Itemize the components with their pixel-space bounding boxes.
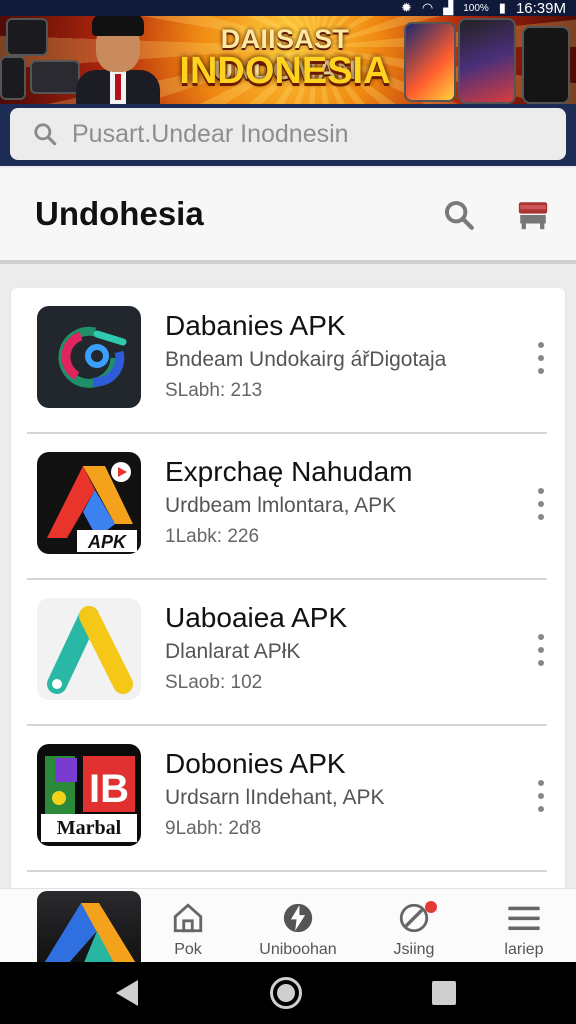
system-nav-bar: [0, 962, 576, 1024]
divider: [27, 870, 547, 872]
phone-image: [404, 22, 456, 102]
app-meta: SLaob: 102: [165, 672, 263, 693]
app-icon: IB Marbal: [37, 744, 141, 846]
app-meta: 9Labh: 2ď8: [165, 818, 262, 839]
app-meta: SLabh: 213: [165, 380, 263, 401]
home-button-icon[interactable]: [270, 977, 302, 1009]
more-options-icon[interactable]: [533, 488, 549, 520]
phone-image: [458, 18, 516, 104]
app-icon: [37, 598, 141, 700]
search-box[interactable]: [10, 108, 566, 160]
tablet-image: [6, 18, 48, 56]
menu-icon: [508, 906, 540, 931]
notification-badge: [425, 901, 437, 913]
list-item[interactable]: APK Exprchaę Nahudam Urdbeam lmlontara, …: [11, 434, 565, 580]
settings-icon: ✹: [400, 0, 412, 15]
banner-subtitle: INDONESIA: [179, 50, 391, 92]
page-title: Undohesia: [35, 195, 204, 232]
status-bar: ✹ ◠ ▟ 100% ▮ 16:39M: [0, 0, 576, 17]
battery-level: 100%: [463, 2, 489, 14]
nav-label: Uniboohan: [259, 941, 337, 958]
svg-text:APK: APK: [87, 532, 128, 552]
app-list: Dabanies APK Bndeam Undokairg ářDigotaja…: [11, 288, 565, 928]
nav-label: Jsiing: [393, 941, 435, 958]
app-meta: 1Labk: 226: [165, 526, 260, 547]
clock: 16:39M: [515, 0, 566, 17]
more-options-icon[interactable]: [533, 342, 549, 374]
nav-jsiing[interactable]: Jsiing: [369, 901, 459, 963]
signal-icon: ▟: [443, 0, 454, 15]
nav-menu[interactable]: lariep: [479, 901, 569, 963]
list-item[interactable]: Dabanies APK Bndeam Undokairg ářDigotaja…: [11, 288, 565, 434]
app-subtitle: Bndeam Undokairg ářDigotaja: [165, 348, 447, 371]
app-name: Dabanies APK: [165, 310, 346, 341]
search-input[interactable]: [72, 119, 532, 149]
more-options-icon[interactable]: [533, 634, 549, 666]
home-icon: [173, 903, 203, 933]
more-options-icon[interactable]: [533, 780, 549, 812]
search-icon[interactable]: [442, 198, 476, 232]
nav-label: lariep: [504, 941, 544, 958]
app-name: Dobonies APK: [165, 748, 346, 779]
app-name: Uaboaiea APK: [165, 602, 348, 633]
nav-label: Pok: [174, 941, 202, 958]
nav-updates[interactable]: Uniboohan: [253, 901, 343, 963]
nav-home[interactable]: Pok: [143, 901, 233, 963]
app-subtitle: Urdbeam lmlontara, APK: [165, 494, 397, 517]
app-thumbnail[interactable]: [37, 891, 141, 965]
svg-text:Marbal: Marbal: [57, 817, 122, 839]
app-subtitle: Urdsarn lIndehant, APK: [165, 786, 385, 809]
app-header: Undohesia: [0, 168, 576, 264]
search-icon: [34, 123, 57, 146]
app-icon: [37, 306, 141, 408]
list-item[interactable]: IB Marbal Dobonies APK Urdsarn lIndehant…: [11, 726, 565, 872]
back-icon[interactable]: [116, 980, 138, 1006]
phone-image: [522, 26, 570, 104]
camera-image: [0, 56, 26, 100]
bolt-icon: [283, 903, 313, 933]
bottom-nav: Pok Uniboohan Jsiing lariep: [0, 888, 576, 965]
store-icon[interactable]: [516, 198, 550, 232]
recent-apps-icon[interactable]: [432, 981, 456, 1005]
battery-icon: ▮: [498, 0, 506, 15]
app-name: Exprchaę Nahudam: [165, 456, 413, 487]
app-subtitle: Dlanlarat APłK: [165, 640, 301, 663]
search-bar: [0, 104, 576, 166]
app-icon: APK: [37, 452, 141, 554]
wifi-icon: ◠: [421, 0, 434, 15]
svg-text:IB: IB: [89, 767, 129, 811]
list-item[interactable]: Uaboaiea APK Dlanlarat APłK SLaob: 102: [11, 580, 565, 726]
